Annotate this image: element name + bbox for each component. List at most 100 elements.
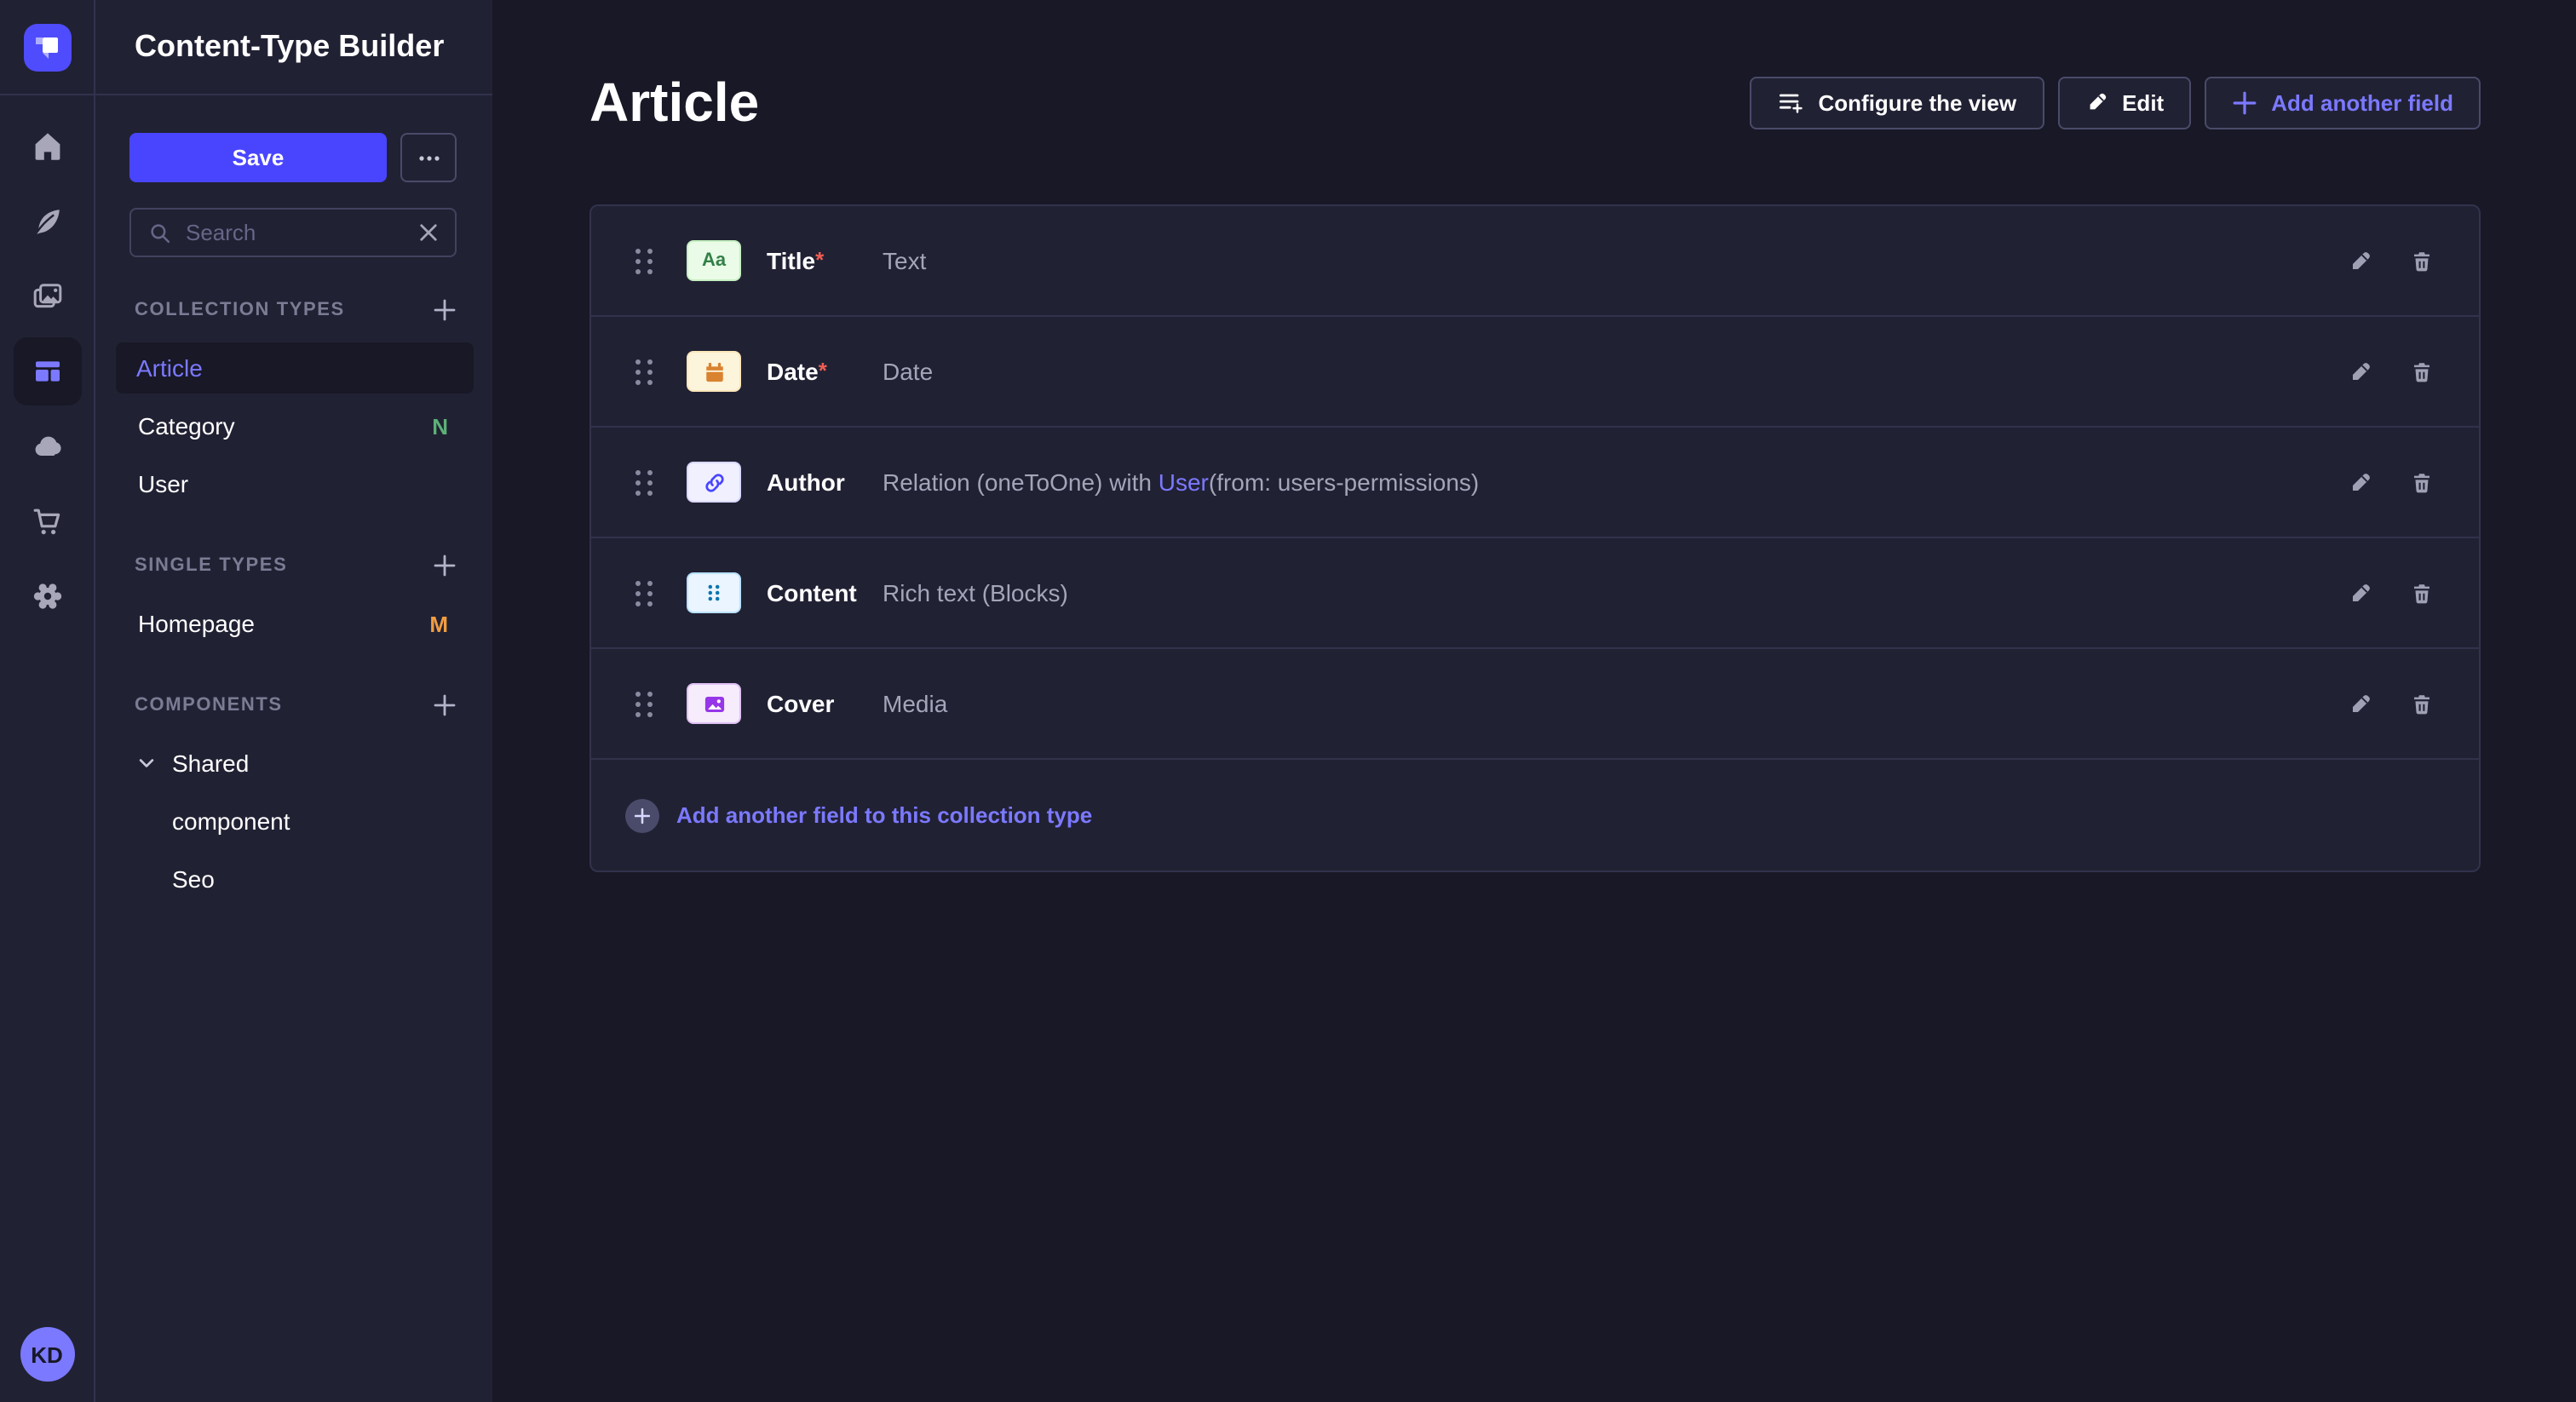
search-box [129,208,457,257]
delete-field-button[interactable] [2409,359,2435,384]
edit-button[interactable]: Edit [2057,76,2191,129]
relation-target-link[interactable]: User [1159,468,1209,496]
drag-handle-icon[interactable] [634,359,654,384]
row-actions [2348,691,2435,716]
sidebar-item-seo[interactable]: Seo [95,850,492,908]
required-asterisk: * [819,358,827,383]
section-label: COLLECTION TYPES [135,300,345,320]
edit-field-button[interactable] [2348,469,2373,495]
sidebar-item-article[interactable]: Article [116,342,474,394]
nav-home[interactable] [13,112,81,181]
save-button[interactable]: Save [129,133,387,182]
content-type-builder-icon [30,354,64,388]
pencil-icon [2348,359,2373,384]
field-type: Rich text (Blocks) [883,579,1068,606]
sidebar-item-homepage[interactable]: Homepage M [95,595,492,652]
field-row-author: Author Relation (oneToOne) with User(fro… [591,428,2479,538]
nav-content-manager[interactable] [13,187,81,256]
delete-field-button[interactable] [2409,691,2435,716]
section-single-types: SINGLE TYPES [95,554,492,577]
media-field-icon [687,683,741,724]
avatar[interactable]: KD [20,1327,74,1382]
sidebar-item-user[interactable]: User [95,455,492,513]
rail-nav [0,95,94,1327]
section-label: SINGLE TYPES [135,555,287,576]
field-type: Media [883,690,947,717]
row-actions [2348,359,2435,384]
sidebar-item-category[interactable]: Category N [95,397,492,455]
add-another-field-button[interactable]: Add another field [2205,76,2481,129]
ellipsis-icon [417,146,440,170]
item-label: User [138,470,188,497]
plus-icon [433,693,457,717]
plus-icon [433,298,457,322]
sidebar-actions: Save [95,95,492,182]
nav-marketplace[interactable] [13,487,81,555]
drag-handle-icon[interactable] [634,469,654,495]
nav-settings[interactable] [13,562,81,630]
edit-field-button[interactable] [2348,580,2373,606]
sidebar-item-component[interactable]: component [95,792,492,850]
trash-icon [2409,580,2435,606]
add-component-button[interactable] [433,693,457,717]
trash-icon [2409,359,2435,384]
page-title: Article [589,68,759,136]
trash-icon [2409,248,2435,273]
item-label: component [172,807,290,835]
row-actions [2348,248,2435,273]
single-types-list: Homepage M [95,595,492,652]
delete-field-button[interactable] [2409,469,2435,495]
chevron-down-icon [136,753,157,773]
button-label: Add another field [2271,89,2453,115]
gear-icon [30,579,64,613]
add-field-label: Add another field to this collection typ… [676,802,1092,828]
plugin-title: Content-Type Builder [135,29,444,65]
section-collection-types: COLLECTION TYPES [95,298,492,322]
item-label: Category [138,412,235,440]
configure-view-button[interactable]: Configure the view [1751,76,2044,129]
section-components: COMPONENTS [95,693,492,717]
field-name: Cover [767,690,883,717]
plus-icon [2232,89,2257,115]
edit-field-button[interactable] [2348,359,2373,384]
home-icon [30,129,64,164]
item-label: Article [136,354,203,382]
cloud-icon [30,429,64,463]
trash-icon [2409,691,2435,716]
relation-field-icon [687,462,741,503]
drag-handle-icon[interactable] [634,691,654,716]
field-row-cover: Cover Media [591,649,2479,760]
strapi-logo-icon[interactable] [23,23,71,71]
clear-search-icon[interactable] [419,223,438,242]
drag-handle-icon[interactable] [634,248,654,273]
add-single-type-button[interactable] [433,554,457,577]
pencil-icon [2348,469,2373,495]
components-list: Shared component Seo [95,734,492,908]
media-library-icon [30,279,64,313]
delete-field-button[interactable] [2409,248,2435,273]
more-actions-button[interactable] [400,133,457,182]
add-field-row[interactable]: Add another field to this collection typ… [591,760,2479,871]
main-content: Article Configure the view Edit [492,0,2576,1402]
field-type: Date [883,358,933,385]
field-name: Content [767,579,883,606]
field-row-content: Content Rich text (Blocks) [591,538,2479,649]
search-input[interactable] [186,220,405,245]
blocks-field-icon [687,572,741,613]
row-actions [2348,580,2435,606]
nav-deploy[interactable] [13,412,81,480]
main-nav-rail: KD [0,0,95,1402]
field-name: Date* [767,358,883,385]
nav-content-type-builder[interactable] [13,337,81,405]
edit-field-button[interactable] [2348,691,2373,716]
add-collection-type-button[interactable] [433,298,457,322]
component-group-shared[interactable]: Shared [95,734,492,792]
edit-field-button[interactable] [2348,248,2373,273]
nav-media-library[interactable] [13,262,81,330]
drag-handle-icon[interactable] [634,580,654,606]
search-icon [148,221,172,244]
field-name: Title* [767,247,883,274]
collection-types-list: Article Category N User [95,339,492,513]
fields-table: Aa Title* Text Date* [589,204,2481,872]
delete-field-button[interactable] [2409,580,2435,606]
